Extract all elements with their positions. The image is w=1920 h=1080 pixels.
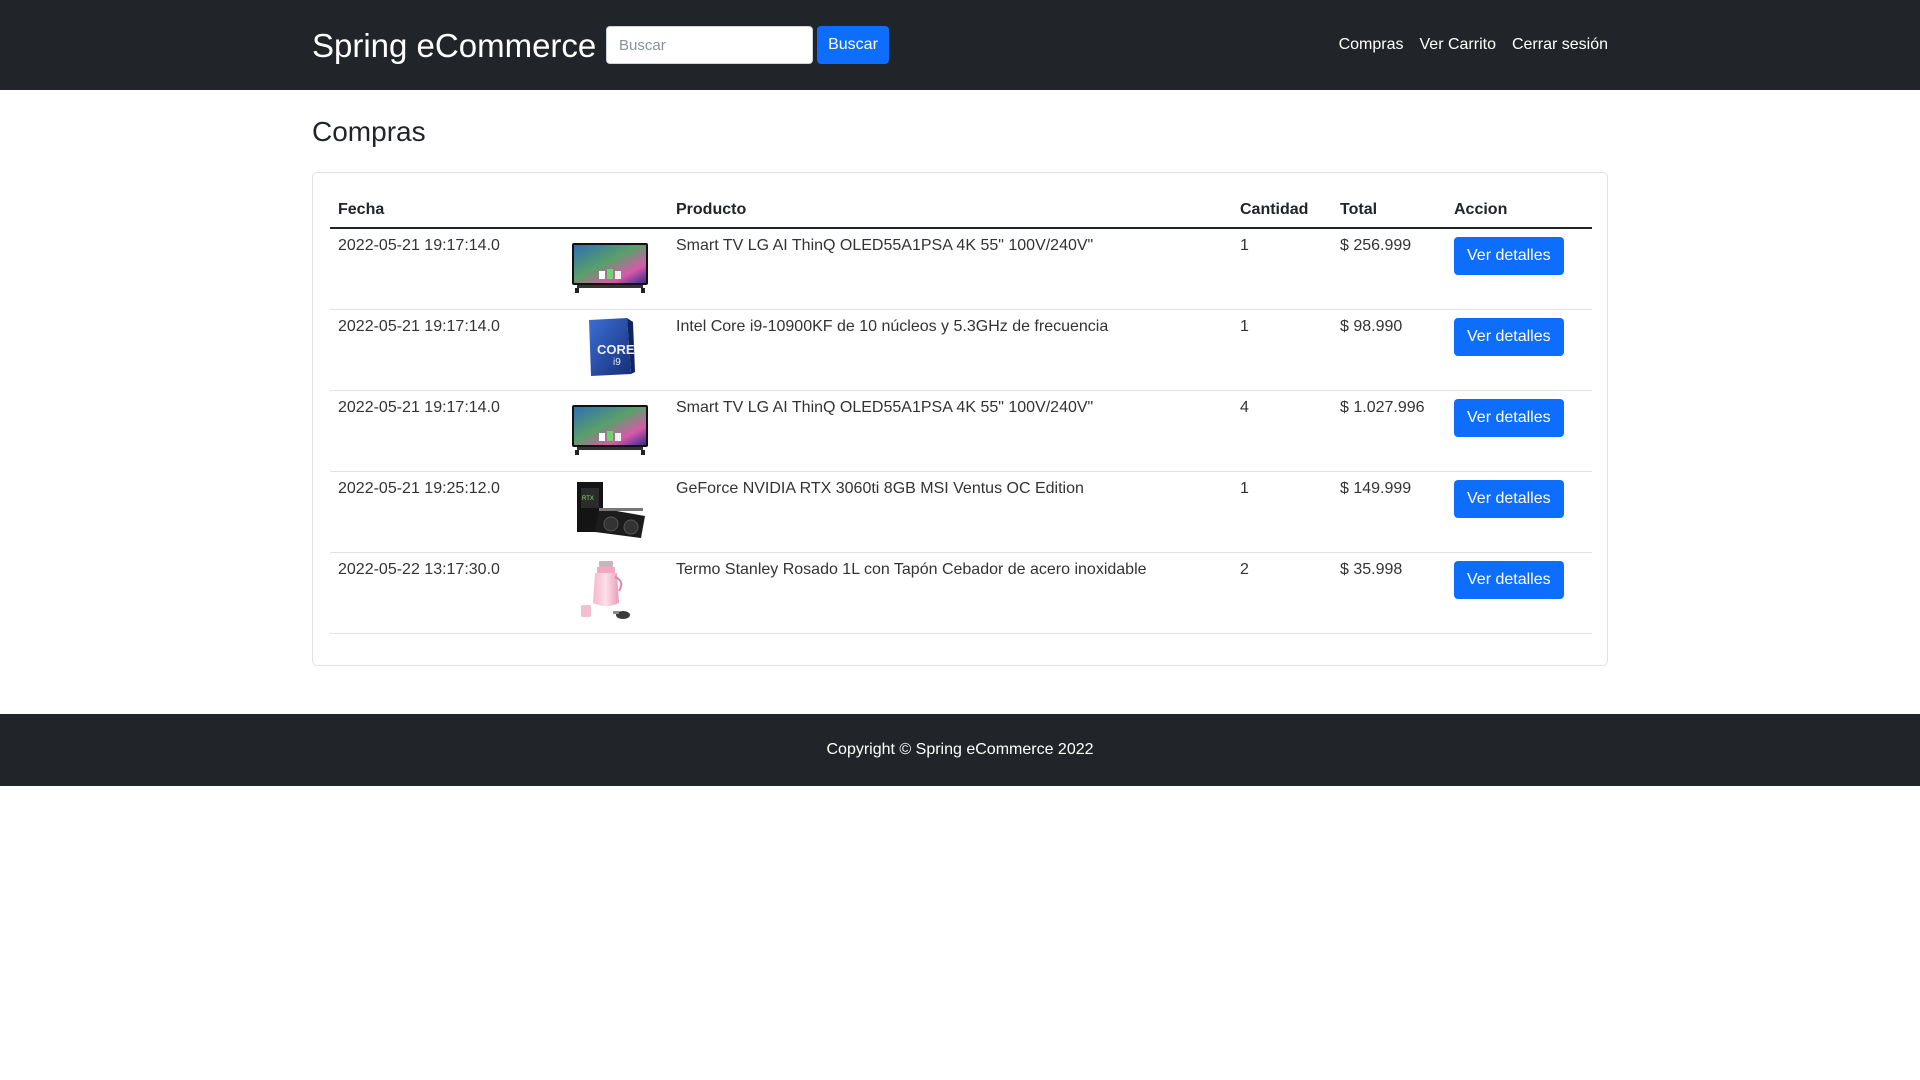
brand-logo[interactable]: Spring eCommerce [312,26,596,66]
ver-detalles-button[interactable]: Ver detalles [1454,317,1564,356]
cell-producto: Termo Stanley Rosado 1L con Tapón Cebado… [668,552,1232,634]
header-cantidad: Cantidad [1232,190,1332,229]
search-input[interactable] [606,26,813,64]
ver-detalles-button[interactable]: Ver detalles [1454,237,1564,275]
cell-total: $ 256.999 [1332,228,1446,310]
cell-producto: Intel Core i9-10900KF de 10 núcleos y 5.… [668,309,1232,391]
cell-total: $ 35.998 [1332,552,1446,634]
nav-link-ver-carrito[interactable]: Ver Carrito [1420,34,1496,56]
thermos-icon [581,560,630,619]
header-image [555,190,668,229]
table-row: 2022-05-22 13:17:30.0 Termo Stanley Rosa… [330,552,1592,634]
svg-text:CORE: CORE [597,342,635,357]
cell-cantidad: 2 [1232,552,1332,634]
table-row: 2022-05-21 19:17:14.0 Smart TV LG AI Thi… [330,228,1592,310]
header-fecha: Fecha [330,190,555,229]
tv-icon [572,404,648,455]
cell-fecha: 2022-05-21 19:17:14.0 [330,390,555,472]
tv-icon [572,243,648,293]
cell-cantidad: 4 [1232,390,1332,472]
cell-total: $ 98.990 [1332,309,1446,391]
svg-text:RTX: RTX [582,496,594,502]
purchases-card: Fecha Producto Cantidad Total Accion 202… [312,172,1608,666]
cell-total: $ 149.999 [1332,471,1446,553]
nav-links: Compras Ver Carrito Cerrar sesión [1339,34,1608,56]
table-header-row: Fecha Producto Cantidad Total Accion [330,190,1592,229]
cell-fecha: 2022-05-21 19:17:14.0 [330,309,555,391]
cell-fecha: 2022-05-21 19:17:14.0 [330,228,555,310]
ver-detalles-button[interactable]: Ver detalles [1454,479,1564,518]
cell-cantidad: 1 [1232,471,1332,553]
cell-producto: Smart TV LG AI ThinQ OLED55A1PSA 4K 55" … [668,390,1232,472]
cpu-box-icon: CORE i9 [589,317,635,376]
ver-detalles-button[interactable]: Ver detalles [1454,398,1564,437]
cell-fecha: 2022-05-22 13:17:30.0 [330,552,555,634]
table-row: 2022-05-21 19:17:14.0 Smart TV LG AI Thi… [330,390,1592,472]
search-button[interactable]: Buscar [817,26,889,64]
nav-link-cerrar-sesion[interactable]: Cerrar sesión [1512,34,1608,56]
ver-detalles-button[interactable]: Ver detalles [1454,560,1564,599]
header-total: Total [1332,190,1446,229]
cell-producto: GeForce NVIDIA RTX 3060ti 8GB MSI Ventus… [668,471,1232,553]
table-row: 2022-05-21 19:25:12.0 RTX GeForce NVIDIA… [330,471,1592,553]
cell-cantidad: 1 [1232,228,1332,310]
cell-total: $ 1.027.996 [1332,390,1446,472]
purchases-table: Fecha Producto Cantidad Total Accion 202… [330,190,1592,634]
header-accion: Accion [1446,190,1592,229]
page-title: Compras [312,116,426,147]
cell-producto: Smart TV LG AI ThinQ OLED55A1PSA 4K 55" … [668,228,1232,310]
header-producto: Producto [668,190,1232,229]
svg-text:i9: i9 [613,357,621,368]
footer: Copyright © Spring eCommerce 2022 [0,714,1920,786]
cell-fecha: 2022-05-21 19:25:12.0 [330,471,555,553]
table-row: 2022-05-21 19:17:14.0 CORE i9 Intel Core… [330,309,1592,391]
gpu-icon: RTX [577,481,645,538]
nav-link-compras[interactable]: Compras [1339,34,1404,56]
cell-cantidad: 1 [1232,309,1332,391]
navbar: Spring eCommerce Buscar Compras Ver Carr… [0,0,1920,90]
footer-copyright: Copyright © Spring eCommerce 2022 [826,741,1094,758]
